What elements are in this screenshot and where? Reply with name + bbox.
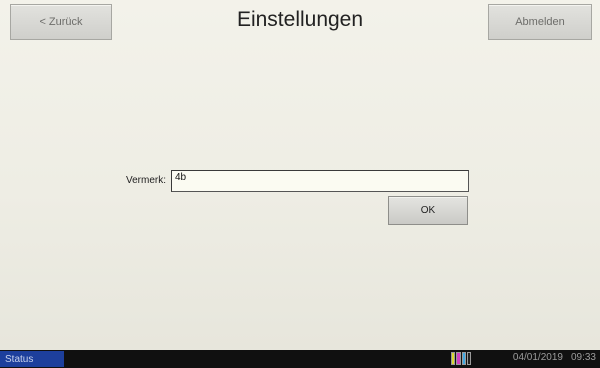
note-field-label: Vermerk: [125, 175, 166, 186]
status-button[interactable]: Status [0, 351, 64, 367]
datetime: 04/01/2019 09:33 [513, 352, 596, 363]
back-button[interactable]: < Zurück [10, 4, 112, 40]
date-text: 04/01/2019 [512, 352, 563, 363]
main-screen: < Zurück Einstellungen Abmelden Vermerk:… [0, 0, 600, 350]
page-title: Einstellungen [236, 8, 364, 31]
status-bar: Status 04/01/2019 09:33 [0, 350, 600, 368]
time-text: 09:33 [570, 352, 596, 363]
toner-magenta-bar [456, 352, 461, 365]
toner-yellow-bar [451, 352, 456, 365]
note-input[interactable]: 4b [171, 170, 469, 192]
toner-level-icon[interactable] [451, 352, 471, 365]
ok-button[interactable]: OK [388, 196, 468, 225]
toner-black-bar [466, 352, 471, 365]
logout-button[interactable]: Abmelden [488, 4, 592, 40]
toner-cyan-bar [461, 352, 466, 365]
